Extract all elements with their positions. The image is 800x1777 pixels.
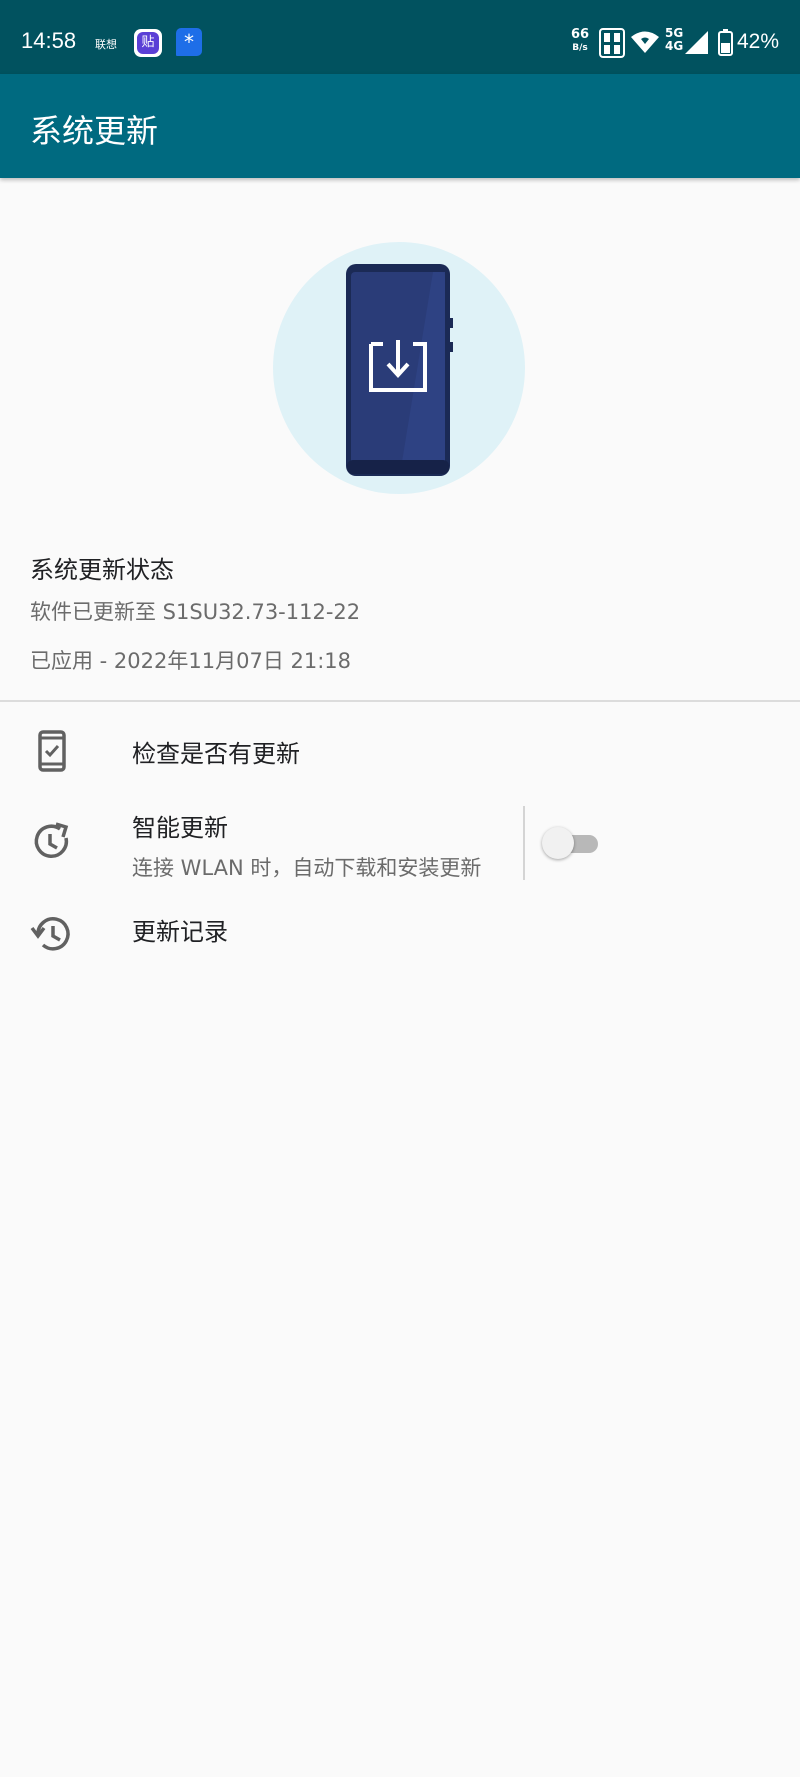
battery-percent: 42%: [737, 30, 780, 53]
app-bar: 系统更新: [0, 74, 800, 178]
update-history-label: 更新记录: [132, 918, 228, 946]
update-applied-text: 已应用 - 2022年11月07日 21:18: [30, 649, 352, 673]
signal-icon: [685, 31, 708, 54]
clock-refresh-icon: [34, 822, 69, 858]
divider: [0, 700, 800, 702]
history-icon: [30, 917, 70, 951]
check-updates-label: 检查是否有更新: [132, 740, 300, 768]
update-status-title: 系统更新状态: [30, 556, 174, 584]
page-title: 系统更新: [30, 112, 159, 150]
status-time: 14:58: [21, 28, 77, 53]
status-bar: 14:58 联想 贴 * 66 B/s 5G 4G 42%: [0, 0, 800, 74]
smart-update-label: 智能更新: [132, 814, 228, 842]
smart-update-subtitle: 连接 WLAN 时，自动下载和安装更新: [132, 856, 482, 880]
net-speed: 66 B/s: [571, 27, 590, 53]
phone-download-illustration: [273, 242, 525, 494]
check-updates-item[interactable]: 检查是否有更新: [0, 718, 800, 782]
star-app-icon: *: [176, 28, 202, 56]
phone-check-icon: [38, 730, 66, 772]
smart-update-item[interactable]: 智能更新 连接 WLAN 时，自动下载和安装更新: [0, 800, 800, 888]
status-carrier: 联想: [95, 38, 117, 51]
update-history-item[interactable]: 更新记录: [0, 900, 800, 964]
update-version-text: 软件已更新至 S1SU32.73-112-22: [30, 600, 361, 624]
network-type: 5G 4G: [665, 26, 684, 53]
toggle-thumb: [542, 827, 574, 859]
battery-icon: [718, 29, 733, 56]
smart-update-toggle[interactable]: [542, 826, 604, 860]
hd-icon: [599, 28, 625, 58]
toggle-separator: [523, 806, 525, 880]
wifi-icon: [631, 31, 659, 53]
tieba-app-icon: 贴: [134, 29, 162, 57]
